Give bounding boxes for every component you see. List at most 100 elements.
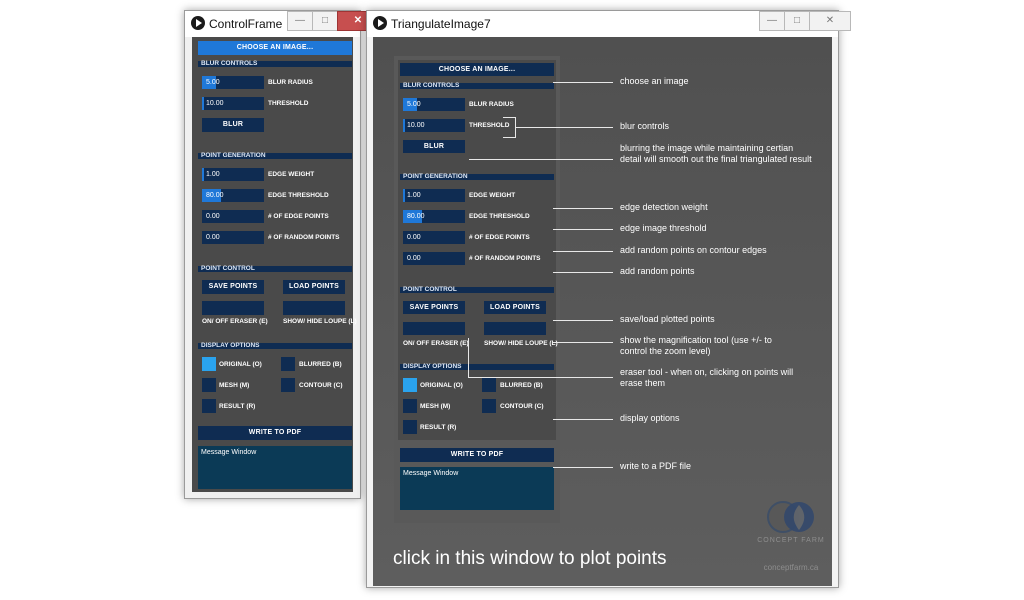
- annotation-edge-points: add random points on contour edges: [620, 245, 767, 255]
- blurred-toggle[interactable]: [482, 378, 496, 392]
- mesh-toggle[interactable]: [202, 378, 216, 392]
- load-points-button[interactable]: LOAD POINTS: [484, 301, 546, 314]
- edge-points-value: 0.00: [407, 234, 421, 241]
- blur-radius-label: BLUR RADIUS: [469, 101, 514, 108]
- processing-app-icon: [373, 16, 387, 30]
- write-pdf-button[interactable]: WRITE TO PDF: [198, 426, 352, 440]
- annotation-display: display options: [620, 413, 680, 423]
- logo-text: CONCEPT FARM: [757, 537, 825, 544]
- annotation-random-points: add random points: [620, 266, 695, 276]
- loupe-toggle[interactable]: [283, 301, 345, 315]
- choose-image-button[interactable]: CHOOSE AN IMAGE...: [198, 41, 352, 55]
- maximize-icon[interactable]: □: [312, 11, 338, 31]
- edge-points-slider[interactable]: 0.00: [202, 210, 264, 223]
- choose-image-button[interactable]: CHOOSE AN IMAGE...: [400, 63, 554, 76]
- blur-controls-header: BLUR CONTROLS: [400, 82, 554, 89]
- result-label: RESULT (R): [219, 403, 256, 410]
- leader-line: [469, 159, 613, 160]
- threshold-label: THRESHOLD: [469, 122, 510, 129]
- threshold-value: 10.00: [206, 100, 224, 107]
- triangulation-canvas[interactable]: CHOOSE AN IMAGE... BLUR CONTROLS 5.00 BL…: [373, 37, 832, 586]
- edge-weight-slider[interactable]: 1.00: [202, 168, 264, 181]
- eraser-toggle[interactable]: [202, 301, 264, 315]
- annotation-pdf: write to a PDF file: [620, 461, 692, 471]
- random-points-slider[interactable]: 0.00: [202, 231, 264, 244]
- window-title: TriangulateImage7: [391, 17, 491, 31]
- random-points-slider[interactable]: 0.00: [403, 252, 465, 265]
- load-points-button[interactable]: LOAD POINTS: [283, 280, 345, 294]
- blurred-toggle[interactable]: [281, 357, 295, 371]
- contour-toggle[interactable]: [482, 399, 496, 413]
- leader-line: [553, 272, 613, 273]
- leader-line: [553, 419, 613, 420]
- result-toggle[interactable]: [403, 420, 417, 434]
- threshold-slider[interactable]: 10.00: [202, 97, 264, 110]
- random-points-label: # OF RANDOM POINTS: [268, 234, 340, 241]
- edge-weight-value: 1.00: [206, 171, 220, 178]
- original-label: ORIGINAL (O): [219, 361, 262, 368]
- loupe-toggle[interactable]: [484, 322, 546, 335]
- annotation-eraser: eraser tool - when on, clicking on point…: [620, 367, 794, 388]
- contour-toggle[interactable]: [281, 378, 295, 392]
- edge-weight-slider[interactable]: 1.00: [403, 189, 465, 202]
- blur-radius-value: 5.00: [206, 79, 220, 86]
- image-window-titlebar[interactable]: TriangulateImage7 — □ ✕: [367, 11, 851, 37]
- loupe-label: SHOW/ HIDE LOUPE (L): [283, 318, 357, 325]
- leaf-logo-icon: [767, 501, 814, 533]
- original-toggle[interactable]: [202, 357, 216, 371]
- blur-radius-slider[interactable]: 5.00: [202, 76, 264, 89]
- edge-points-slider[interactable]: 0.00: [403, 231, 465, 244]
- threshold-label: THRESHOLD: [268, 100, 309, 107]
- display-options-header: DISPLAY OPTIONS: [400, 363, 554, 370]
- blur-button[interactable]: BLUR: [202, 118, 264, 132]
- result-toggle[interactable]: [202, 399, 216, 413]
- annotation-save-load: save/load plotted points: [620, 314, 715, 324]
- leader-line: [468, 338, 469, 377]
- annotation-edge-weight: edge detection weight: [620, 202, 708, 212]
- annotation-blur-desc: blurring the image while maintaining cer…: [620, 143, 812, 164]
- edge-points-label: # OF EDGE POINTS: [469, 234, 530, 241]
- threshold-slider[interactable]: 10.00: [403, 119, 465, 132]
- point-control-header: POINT CONTROL: [400, 286, 554, 293]
- threshold-value: 10.00: [407, 122, 425, 129]
- save-points-button[interactable]: SAVE POINTS: [403, 301, 465, 314]
- edge-threshold-slider[interactable]: 80.00: [202, 189, 264, 202]
- maximize-icon[interactable]: □: [784, 11, 810, 31]
- result-label: RESULT (R): [420, 424, 457, 431]
- random-points-value: 0.00: [206, 234, 220, 241]
- leader-line: [553, 208, 613, 209]
- blur-button[interactable]: BLUR: [403, 140, 465, 153]
- save-points-button[interactable]: SAVE POINTS: [202, 280, 264, 294]
- point-generation-header: POINT GENERATION: [400, 173, 554, 180]
- write-pdf-button[interactable]: WRITE TO PDF: [400, 448, 554, 462]
- logo-url: conceptfarm.ca: [763, 563, 819, 572]
- leader-line: [553, 251, 613, 252]
- eraser-toggle[interactable]: [403, 322, 465, 335]
- window-title: ControlFrame: [209, 17, 283, 31]
- original-label: ORIGINAL (O): [420, 382, 463, 389]
- minimize-icon[interactable]: —: [287, 11, 313, 31]
- concept-farm-logo: [761, 499, 821, 539]
- mesh-label: MESH (M): [219, 382, 250, 389]
- point-generation-header: POINT GENERATION: [198, 152, 352, 159]
- mesh-toggle[interactable]: [403, 399, 417, 413]
- leader-line: [553, 229, 613, 230]
- annotation-choose: choose an image: [620, 76, 689, 86]
- blur-radius-slider[interactable]: 5.00: [403, 98, 465, 111]
- display-options-header: DISPLAY OPTIONS: [198, 342, 352, 349]
- edge-threshold-label: EDGE THRESHOLD: [268, 192, 329, 199]
- processing-app-icon: [191, 16, 205, 30]
- edge-threshold-slider[interactable]: 80.00: [403, 210, 465, 223]
- control-frame-titlebar[interactable]: ControlFrame — □ ✕: [185, 11, 379, 37]
- loupe-label: SHOW/ HIDE LOUPE (L): [484, 340, 558, 347]
- close-icon[interactable]: ✕: [809, 11, 851, 31]
- blurred-label: BLURRED (B): [299, 361, 342, 368]
- blurred-label: BLURRED (B): [500, 382, 543, 389]
- edge-threshold-value: 80.00: [407, 213, 425, 220]
- message-window: Message Window: [198, 446, 352, 489]
- original-toggle[interactable]: [403, 378, 417, 392]
- leader-line: [553, 342, 613, 343]
- leader-line: [468, 377, 613, 378]
- annotation-edge-threshold: edge image threshold: [620, 223, 707, 233]
- minimize-icon[interactable]: —: [759, 11, 785, 31]
